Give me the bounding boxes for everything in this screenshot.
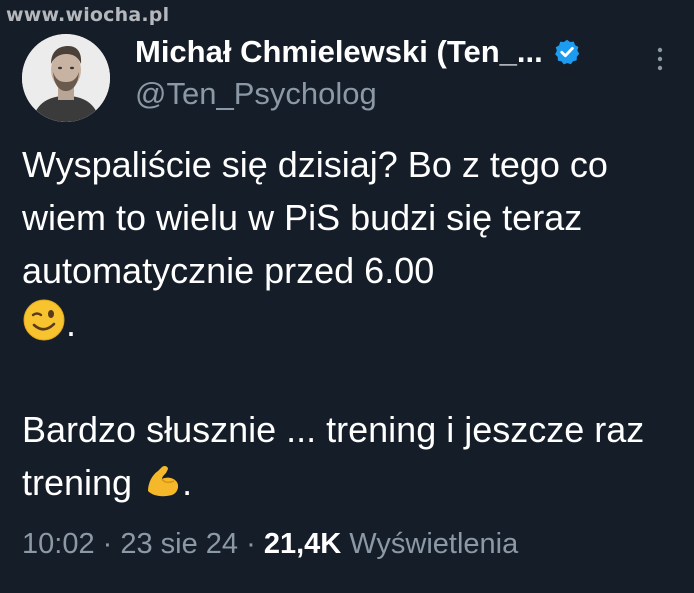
- author-display-name[interactable]: Michał Chmielewski (Ten_...: [135, 34, 543, 70]
- tweet-date[interactable]: 23 sie 24: [120, 528, 238, 560]
- tweet-meta: 10:02 · 23 sie 24 · 21,4K Wyświetlenia: [22, 528, 518, 561]
- views-label: Wyświetlenia: [341, 528, 519, 560]
- tweet-paragraph-2: Bardzo słusznie ... trening i jeszcze ra…: [22, 403, 682, 509]
- avatar[interactable]: [22, 34, 110, 122]
- tweet-time[interactable]: 10:02: [22, 528, 95, 560]
- more-options-icon[interactable]: [655, 46, 665, 72]
- author-name-row[interactable]: Michał Chmielewski (Ten_...: [135, 34, 581, 70]
- avatar-photo: [22, 34, 110, 122]
- views-count: 21,4K: [263, 528, 342, 560]
- tweet-paragraph-1: Wyspaliście się dzisiaj? Bo z tego co wi…: [22, 138, 682, 350]
- watermark: www.wiocha.pl: [6, 4, 170, 26]
- tweet-paragraph-1-text: Wyspaliście się dzisiaj? Bo z tego co wi…: [22, 144, 608, 291]
- tweet-paragraph-1-end: .: [66, 303, 77, 344]
- tweet-paragraph-2-text: Bardzo słusznie ... trening i jeszcze ra…: [22, 409, 645, 503]
- tweet-text: Wyspaliście się dzisiaj? Bo z tego co wi…: [22, 138, 682, 509]
- tweet-paragraph-2-end: .: [182, 462, 193, 503]
- winking-face-emoji-icon: [23, 299, 65, 341]
- meta-separator: ·: [238, 528, 264, 560]
- flexed-biceps-emoji-icon: [148, 465, 179, 497]
- verified-badge-icon: [554, 39, 579, 65]
- author-handle[interactable]: @Ten_Psycholog: [135, 76, 377, 112]
- meta-separator: ·: [94, 528, 121, 560]
